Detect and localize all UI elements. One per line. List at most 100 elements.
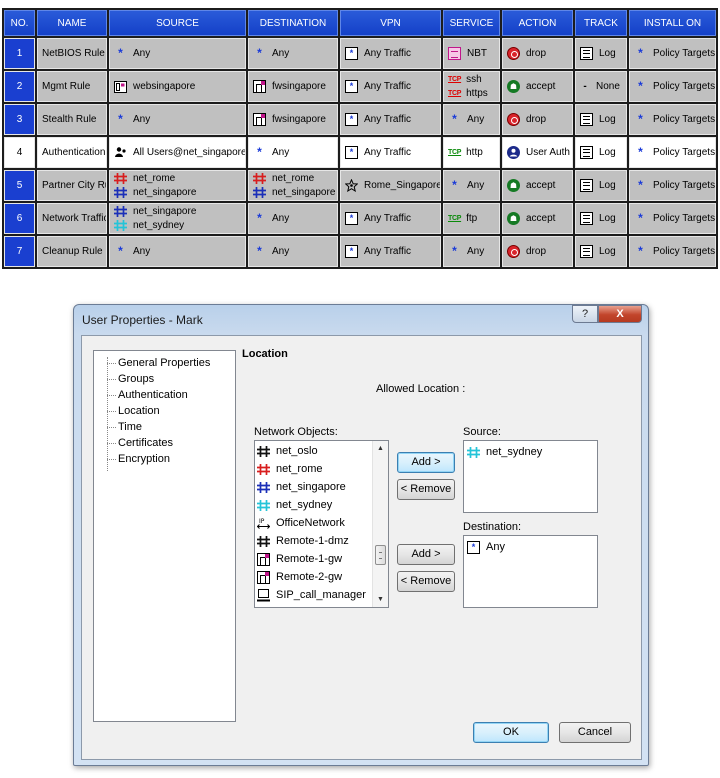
source-object[interactable]: * Any	[114, 47, 241, 60]
rule-vpn-cell[interactable]: * Any Traffic	[340, 137, 441, 168]
rule-destination-cell[interactable]: * Any	[248, 38, 338, 69]
network-object-item[interactable]: IP OfficeNetwork	[255, 514, 372, 532]
rule-service-cell[interactable]: TCP ftp	[443, 203, 500, 234]
vpn-object[interactable]: Rome_Singapore	[345, 179, 440, 192]
tree-item-general-properties[interactable]: General Properties	[94, 355, 235, 371]
rule-vpn-cell[interactable]: Rome_Singapore	[340, 170, 441, 201]
service-object[interactable]: TCP ftp	[448, 212, 495, 225]
rule-name[interactable]: Cleanup Rule	[37, 236, 107, 267]
close-button[interactable]: X	[598, 305, 642, 323]
scroll-up-arrow-icon[interactable]: ▲	[373, 441, 388, 456]
rule-number[interactable]: 4	[4, 137, 35, 168]
track-value[interactable]: Log	[580, 245, 622, 258]
column-header[interactable]: SOURCE	[109, 10, 246, 36]
column-header[interactable]: NO.	[4, 10, 35, 36]
source-item[interactable]: net_sydney	[464, 443, 597, 461]
track-value[interactable]: Log	[580, 47, 622, 60]
install_on-value[interactable]: * Policy Targets	[634, 47, 715, 60]
rule-service-cell[interactable]: NBT	[443, 38, 500, 69]
column-header[interactable]: VPN	[340, 10, 441, 36]
rule-track-cell[interactable]: Log	[575, 38, 627, 69]
column-header[interactable]: SERVICE	[443, 10, 500, 36]
rule-number[interactable]: 7	[4, 236, 35, 267]
rule-number[interactable]: 5	[4, 170, 35, 201]
help-button[interactable]: ?	[572, 305, 598, 323]
install_on-value[interactable]: * Policy Targets	[634, 113, 715, 126]
rule-destination-cell[interactable]: net_rome net_singapore	[248, 170, 338, 201]
ok-button[interactable]: OK	[473, 722, 549, 743]
rule-row[interactable]: 7 Cleanup Rule * Any * Any * Any Traffic * Any dro…	[4, 236, 716, 267]
rule-destination-cell[interactable]: * Any	[248, 203, 338, 234]
source-object[interactable]: net_singapore	[114, 205, 241, 218]
rule-number[interactable]: 2	[4, 71, 35, 102]
rule-service-cell[interactable]: * Any	[443, 104, 500, 135]
network-object-item[interactable]: net_oslo	[255, 442, 372, 460]
rule-track-cell[interactable]: Log	[575, 203, 627, 234]
network-object-item[interactable]: SIP_call_manager	[255, 586, 372, 604]
rule-install-on-cell[interactable]: * Policy Targets	[629, 236, 716, 267]
rule-row[interactable]: 3 Stealth Rule * Any fwsingapore * Any Traffic…	[4, 104, 716, 135]
install_on-value[interactable]: * Policy Targets	[634, 245, 715, 258]
network-object-item[interactable]: net_rome	[255, 460, 372, 478]
rule-row[interactable]: 1 NetBIOS Rule * Any * Any * Any Traffic NBT drop…	[4, 38, 716, 69]
action-value[interactable]: ☗ accept	[507, 179, 568, 192]
network-objects-list[interactable]: net_oslo net_rome net_singapore net_sydney I…	[254, 440, 389, 608]
rule-install-on-cell[interactable]: * Policy Targets	[629, 71, 716, 102]
tree-item-groups[interactable]: Groups	[94, 371, 235, 387]
destination-object[interactable]: fwsingapore	[253, 113, 333, 126]
service-object[interactable]: TCP https	[448, 87, 495, 100]
vpn-object[interactable]: * Any Traffic	[345, 47, 436, 60]
tree-item-encryption[interactable]: Encryption	[94, 451, 235, 467]
rule-name[interactable]: NetBIOS Rule	[37, 38, 107, 69]
rule-name[interactable]: Stealth Rule	[37, 104, 107, 135]
install_on-value[interactable]: * Policy Targets	[634, 179, 715, 192]
rule-install-on-cell[interactable]: * Policy Targets	[629, 170, 716, 201]
service-object[interactable]: NBT	[448, 47, 495, 60]
rule-number[interactable]: 1	[4, 38, 35, 69]
source-object[interactable]: All Users@net_singapore	[114, 146, 245, 159]
rule-vpn-cell[interactable]: * Any Traffic	[340, 38, 441, 69]
destination-list[interactable]: * Any	[463, 535, 598, 608]
source-object[interactable]: * Any	[114, 245, 241, 258]
rule-action-cell[interactable]: drop	[502, 236, 573, 267]
tree-item-time[interactable]: Time	[94, 419, 235, 435]
column-header[interactable]: NAME	[37, 10, 107, 36]
rule-service-cell[interactable]: TCP http	[443, 137, 500, 168]
vpn-object[interactable]: * Any Traffic	[345, 245, 436, 258]
rule-track-cell[interactable]: Log	[575, 236, 627, 267]
destination-object[interactable]: * Any	[253, 212, 333, 225]
rule-service-cell[interactable]: * Any	[443, 170, 500, 201]
source-list[interactable]: net_sydney	[463, 440, 598, 513]
vpn-object[interactable]: * Any Traffic	[345, 113, 436, 126]
rule-vpn-cell[interactable]: * Any Traffic	[340, 203, 441, 234]
column-header[interactable]: ACTION	[502, 10, 573, 36]
source-object[interactable]: * Any	[114, 113, 241, 126]
service-object[interactable]: * Any	[448, 245, 495, 258]
column-header[interactable]: DESTINATION	[248, 10, 338, 36]
destination-object[interactable]: fwsingapore	[253, 80, 333, 93]
service-object[interactable]: * Any	[448, 179, 495, 192]
rule-source-cell[interactable]: net_singapore net_sydney	[109, 203, 246, 234]
rule-track-cell[interactable]: Log	[575, 104, 627, 135]
destination-object[interactable]: * Any	[253, 47, 333, 60]
scroll-down-arrow-icon[interactable]: ▼	[373, 592, 388, 607]
destination-object[interactable]: * Any	[253, 245, 333, 258]
rule-action-cell[interactable]: ☗ accept	[502, 203, 573, 234]
column-header[interactable]: INSTALL ON	[629, 10, 716, 36]
rule-action-cell[interactable]: User Auth	[502, 137, 573, 168]
action-value[interactable]: User Auth	[507, 146, 570, 159]
rule-source-cell[interactable]: net_rome net_singapore	[109, 170, 246, 201]
add-destination-button[interactable]: Add >	[397, 544, 455, 565]
rule-source-cell[interactable]: * Any	[109, 236, 246, 267]
action-value[interactable]: ☗ accept	[507, 212, 568, 225]
column-header[interactable]: TRACK	[575, 10, 627, 36]
remove-destination-button[interactable]: < Remove	[397, 571, 455, 592]
destination-item[interactable]: * Any	[464, 538, 597, 556]
tree-item-authentication[interactable]: Authentication	[94, 387, 235, 403]
source-object[interactable]: net_rome	[114, 172, 241, 185]
rule-install-on-cell[interactable]: * Policy Targets	[629, 137, 716, 168]
rule-row[interactable]: 5Partner City Rulenet_romenet_singaporen…	[4, 170, 716, 201]
network-object-item[interactable]: net_singapore	[255, 478, 372, 496]
rule-action-cell[interactable]: drop	[502, 38, 573, 69]
rule-number[interactable]: 3	[4, 104, 35, 135]
